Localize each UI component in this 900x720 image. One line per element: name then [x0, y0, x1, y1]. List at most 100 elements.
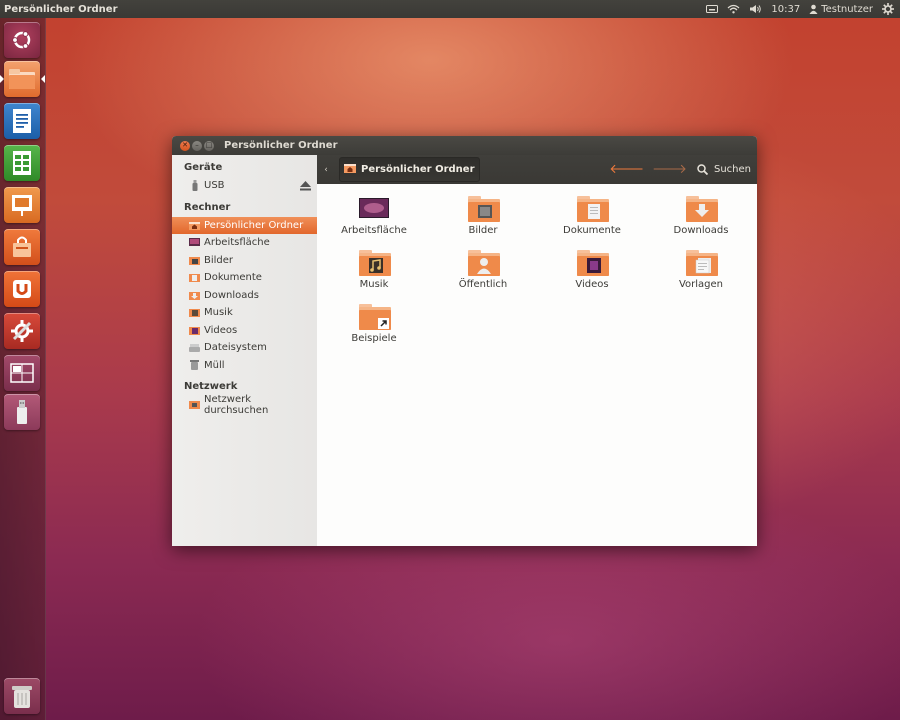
breadcrumb-label: Persönlicher Ordner [361, 164, 475, 175]
writer-launcher-button[interactable] [4, 103, 40, 139]
sidebar-item-filesystem[interactable]: Dateisystem [172, 339, 317, 357]
gear-icon[interactable] [882, 3, 894, 15]
sidebar-item-desktop[interactable]: Arbeitsfläche [172, 234, 317, 252]
sidebar-item-label: Netzwerk durchsuchen [204, 393, 269, 416]
sidebar-item-pictures[interactable]: Bilder [172, 252, 317, 270]
system-settings-launcher-button[interactable] [4, 313, 40, 349]
clock[interactable]: 10:37 [771, 4, 800, 15]
sidebar-item-label: Persönlicher Ordner [204, 219, 304, 231]
folder-item-desktop[interactable]: Arbeitsfläche [324, 196, 424, 236]
filesystem-icon [189, 343, 200, 353]
trash-launcher-button[interactable] [4, 678, 40, 714]
sidebar-header-devices: Geräte [184, 162, 223, 173]
places-sidebar: Geräte USB Rechner Persönlicher Ordner A… [172, 155, 318, 546]
folder-label: Downloads [673, 225, 729, 236]
network-icon [189, 400, 200, 410]
breadcrumb-scroll-left-icon[interactable]: ‹ [319, 165, 333, 175]
shopping-bag-icon [13, 236, 31, 257]
window-title: Persönlicher Ordner [224, 140, 338, 151]
forward-arrow-icon[interactable]: 🡒 [652, 163, 687, 176]
sidebar-item-label: Videos [204, 324, 238, 336]
sidebar-item-downloads[interactable]: Downloads [172, 287, 317, 305]
impress-icon [12, 195, 32, 216]
dash-home-button[interactable] [4, 22, 40, 58]
wrench-gear-icon [11, 320, 33, 342]
folder-item-pictures[interactable]: Bilder [433, 196, 533, 236]
folder-label: Vorlagen [678, 279, 724, 290]
folder-item-examples[interactable]: Beispiele [324, 304, 424, 344]
maximize-button[interactable]: □ [204, 140, 214, 151]
minimize-button[interactable]: – [192, 140, 202, 151]
downloads-folder-icon [685, 196, 718, 222]
sidebar-item-label: Dateisystem [204, 342, 267, 354]
music-icon [189, 308, 200, 318]
workspaces-icon [10, 363, 34, 383]
folder-item-documents[interactable]: Dokumente [542, 196, 642, 236]
documents-folder-icon [576, 196, 609, 222]
sidebar-item-label: Arbeitsfläche [204, 237, 270, 249]
user-name: Testnutzer [821, 3, 873, 15]
folder-item-music[interactable]: Musik [324, 250, 424, 290]
folder-label: Arbeitsfläche [341, 225, 407, 236]
eject-icon[interactable] [300, 181, 311, 194]
usb-drive-icon [17, 400, 27, 424]
sidebar-item-videos[interactable]: Videos [172, 322, 317, 340]
templates-folder-icon [685, 250, 718, 276]
folder-label: Videos [575, 279, 609, 290]
search-button[interactable]: Suchen [697, 164, 751, 175]
desktop-icon [189, 238, 200, 248]
documents-icon [189, 273, 200, 283]
pictures-icon [189, 255, 200, 265]
trash-icon [12, 686, 32, 708]
user-menu[interactable]: Testnutzer [809, 4, 873, 15]
folder-item-templates[interactable]: Vorlagen [651, 250, 751, 290]
close-icon: ✕ [182, 141, 188, 149]
toolbar: ‹ Persönlicher Ordner 🡐 🡒 Suchen [317, 155, 757, 184]
sidebar-item-documents[interactable]: Dokumente [172, 269, 317, 287]
sidebar-item-label: Bilder [204, 254, 234, 266]
calc-icon [13, 151, 31, 175]
sidebar-item-label: Downloads [204, 289, 259, 301]
trash-icon [189, 360, 200, 371]
impress-launcher-button[interactable] [4, 187, 40, 223]
user-icon [809, 4, 818, 14]
sidebar-item-label: USB [204, 180, 225, 192]
sidebar-item-label: Musik [204, 307, 233, 319]
ubuntu-one-launcher-button[interactable] [4, 271, 40, 307]
workspace-switcher-button[interactable] [4, 355, 40, 391]
home-folder-icon [344, 163, 356, 176]
downloads-icon [189, 290, 200, 300]
sidebar-item-trash[interactable]: Müll [172, 357, 317, 375]
sidebar-item-home[interactable]: Persönlicher Ordner [172, 216, 317, 234]
active-indicator [41, 75, 45, 83]
sidebar-item-browse-network[interactable]: Netzwerk durchsuchen [172, 393, 317, 416]
folder-item-videos[interactable]: Videos [542, 250, 642, 290]
folder-view: Arbeitsfläche Bilder Dokumente Downloads [317, 184, 757, 546]
search-label: Suchen [713, 164, 751, 175]
minimize-icon: – [195, 141, 199, 149]
videos-folder-icon [576, 250, 609, 276]
usb-drive-launcher-button[interactable] [4, 394, 40, 430]
writer-icon [13, 109, 31, 133]
folder-item-public[interactable]: Öffentlich [433, 250, 533, 290]
folder-item-downloads[interactable]: Downloads [651, 196, 751, 236]
sidebar-item-label: Müll [204, 359, 225, 371]
files-launcher-button[interactable] [4, 61, 40, 97]
ubuntu-logo-icon [12, 31, 31, 49]
volume-icon[interactable] [749, 4, 762, 14]
breadcrumb-home[interactable]: Persönlicher Ordner [339, 157, 480, 182]
software-center-launcher-button[interactable] [4, 229, 40, 265]
keyboard-icon[interactable] [706, 4, 719, 14]
folder-label: Dokumente [563, 225, 621, 236]
calc-launcher-button[interactable] [4, 145, 40, 181]
desktop-folder-icon [358, 196, 390, 222]
wifi-icon[interactable] [727, 4, 740, 14]
maximize-icon: □ [205, 141, 213, 149]
active-window-title: Persönlicher Ordner [4, 3, 118, 15]
close-button[interactable]: ✕ [180, 140, 190, 151]
back-arrow-icon[interactable]: 🡐 [609, 163, 644, 176]
top-panel: Persönlicher Ordner 10:37 Testnutzer [0, 0, 900, 18]
sidebar-item-music[interactable]: Musik [172, 304, 317, 322]
sidebar-item-usb[interactable]: USB [172, 177, 317, 195]
window-titlebar[interactable]: ✕ – □ Persönlicher Ordner [172, 136, 757, 155]
